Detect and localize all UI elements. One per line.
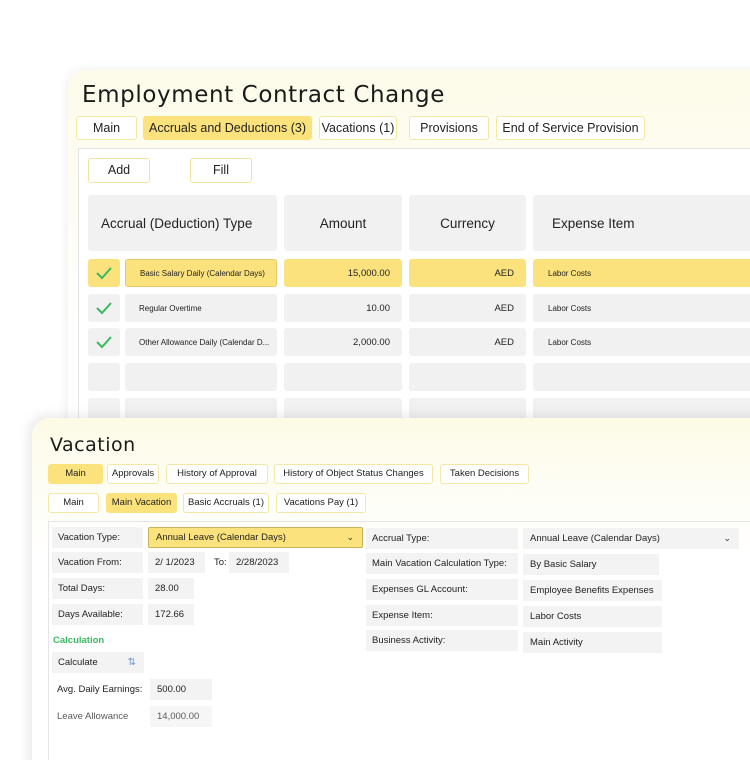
- column-header-type[interactable]: Accrual (Deduction) Type: [88, 195, 277, 251]
- table-cell-amount[interactable]: 10.00: [284, 294, 402, 322]
- calculate-label: Calculate: [58, 657, 98, 668]
- page-title: Employment Contract Change: [82, 82, 445, 108]
- expenses-gl-account-field[interactable]: Employee Benefits Expenses: [523, 580, 662, 601]
- empty-cell[interactable]: [125, 363, 277, 391]
- tab-vacations[interactable]: Vacations (1): [319, 116, 397, 140]
- table-cell-currency[interactable]: AED: [409, 328, 526, 356]
- empty-cell[interactable]: [88, 363, 120, 391]
- vacation-type-select[interactable]: Annual Leave (Calendar Days) ⌄: [148, 527, 363, 548]
- checkmark-icon: [96, 302, 112, 315]
- expense-item-label: Expense Item:: [366, 605, 518, 626]
- table-cell-expense-item[interactable]: Labor Costs: [533, 259, 750, 287]
- subtab-vacations-pay[interactable]: Vacations Pay (1): [276, 493, 366, 513]
- table-cell-amount[interactable]: 2,000.00: [284, 328, 402, 356]
- leave-allowance-label: Leave Allowance: [57, 711, 129, 722]
- vacation-from-label: Vacation From:: [52, 552, 143, 573]
- accrual-type-label: Accrual Type:: [366, 528, 518, 549]
- business-activity-field[interactable]: Main Activity: [523, 632, 662, 653]
- empty-cell[interactable]: [409, 363, 526, 391]
- subtab-main[interactable]: Main: [48, 493, 99, 513]
- column-header-currency[interactable]: Currency: [409, 195, 526, 251]
- row-checkbox[interactable]: [88, 294, 120, 322]
- avg-daily-earnings-label: Avg. Daily Earnings:: [57, 684, 143, 695]
- accrual-type-value: Annual Leave (Calendar Days): [530, 533, 660, 544]
- vacation-title: Vacation: [50, 434, 136, 456]
- row-checkbox[interactable]: [88, 259, 120, 287]
- subtab-main-vacation[interactable]: Main Vacation: [106, 493, 177, 513]
- table-cell-amount[interactable]: 15,000.00: [284, 259, 402, 287]
- row-checkbox[interactable]: [88, 328, 120, 356]
- vacation-to-field[interactable]: 2/28/2023: [229, 552, 289, 573]
- expense-item-field[interactable]: Labor Costs: [523, 606, 662, 627]
- accrual-type-select[interactable]: Annual Leave (Calendar Days) ⌄: [523, 528, 739, 549]
- tab-approvals[interactable]: Approvals: [107, 464, 159, 484]
- subtab-basic-accruals[interactable]: Basic Accruals (1): [183, 493, 269, 513]
- avg-daily-earnings-field[interactable]: 500.00: [150, 679, 212, 700]
- days-available-label: Days Available:: [52, 604, 143, 625]
- calculation-section-title: Calculation: [53, 635, 105, 646]
- chevron-down-icon[interactable]: ⌄: [346, 528, 354, 547]
- main-vacation-calculation-type-field[interactable]: By Basic Salary: [523, 554, 659, 575]
- tab-accruals-and-deductions[interactable]: Accruals and Deductions (3): [143, 116, 312, 140]
- to-label: To:: [214, 557, 227, 568]
- tab-main[interactable]: Main: [48, 464, 103, 484]
- tab-main[interactable]: Main: [76, 116, 137, 140]
- tab-provisions[interactable]: Provisions: [409, 116, 489, 140]
- total-days-field[interactable]: 28.00: [148, 578, 194, 599]
- tab-taken-decisions[interactable]: Taken Decisions: [440, 464, 529, 484]
- table-cell-type[interactable]: Regular Overtime: [125, 294, 277, 322]
- table-cell-currency[interactable]: AED: [409, 259, 526, 287]
- table-cell-expense-item[interactable]: Labor Costs: [533, 294, 750, 322]
- checkmark-icon: [96, 267, 112, 280]
- chevron-down-icon[interactable]: ⌄: [723, 528, 731, 549]
- tab-history-of-object-status-changes[interactable]: History of Object Status Changes: [274, 464, 433, 484]
- checkmark-icon: [96, 336, 112, 349]
- table-cell-expense-item[interactable]: Labor Costs: [533, 328, 750, 356]
- column-header-expense-item[interactable]: Expense Item: [533, 195, 750, 251]
- expenses-gl-account-label: Expenses GL Account:: [366, 579, 518, 600]
- vacation-from-field[interactable]: 2/ 1/2023: [148, 552, 205, 573]
- sort-arrows-icon: ⇅: [127, 657, 136, 668]
- empty-cell[interactable]: [533, 363, 750, 391]
- main-vacation-calculation-type-label: Main Vacation Calculation Type:: [366, 553, 518, 574]
- fill-button[interactable]: Fill: [190, 158, 252, 183]
- table-cell-type[interactable]: Basic Salary Daily (Calendar Days): [125, 259, 277, 287]
- leave-allowance-field[interactable]: 14,000.00: [150, 706, 212, 727]
- table-cell-currency[interactable]: AED: [409, 294, 526, 322]
- vacation-type-value: Annual Leave (Calendar Days): [156, 532, 286, 543]
- business-activity-label: Business Activity:: [366, 630, 518, 651]
- empty-cell[interactable]: [284, 363, 402, 391]
- days-available-field[interactable]: 172.66: [148, 604, 194, 625]
- tab-end-of-service-provision[interactable]: End of Service Provision: [496, 116, 645, 140]
- tab-history-of-approval[interactable]: History of Approval: [166, 464, 268, 484]
- column-header-amount[interactable]: Amount: [284, 195, 402, 251]
- total-days-label: Total Days:: [52, 578, 143, 599]
- vacation-type-label: Vacation Type:: [52, 527, 143, 548]
- vacation-window: Vacation Main Approvals History of Appro…: [32, 418, 750, 760]
- calculate-button[interactable]: Calculate ⇅: [52, 652, 144, 673]
- add-button[interactable]: Add: [88, 158, 150, 183]
- table-cell-type[interactable]: Other Allowance Daily (Calendar D...: [125, 328, 277, 356]
- employment-contract-change-window: Employment Contract Change Main Accruals…: [68, 70, 750, 478]
